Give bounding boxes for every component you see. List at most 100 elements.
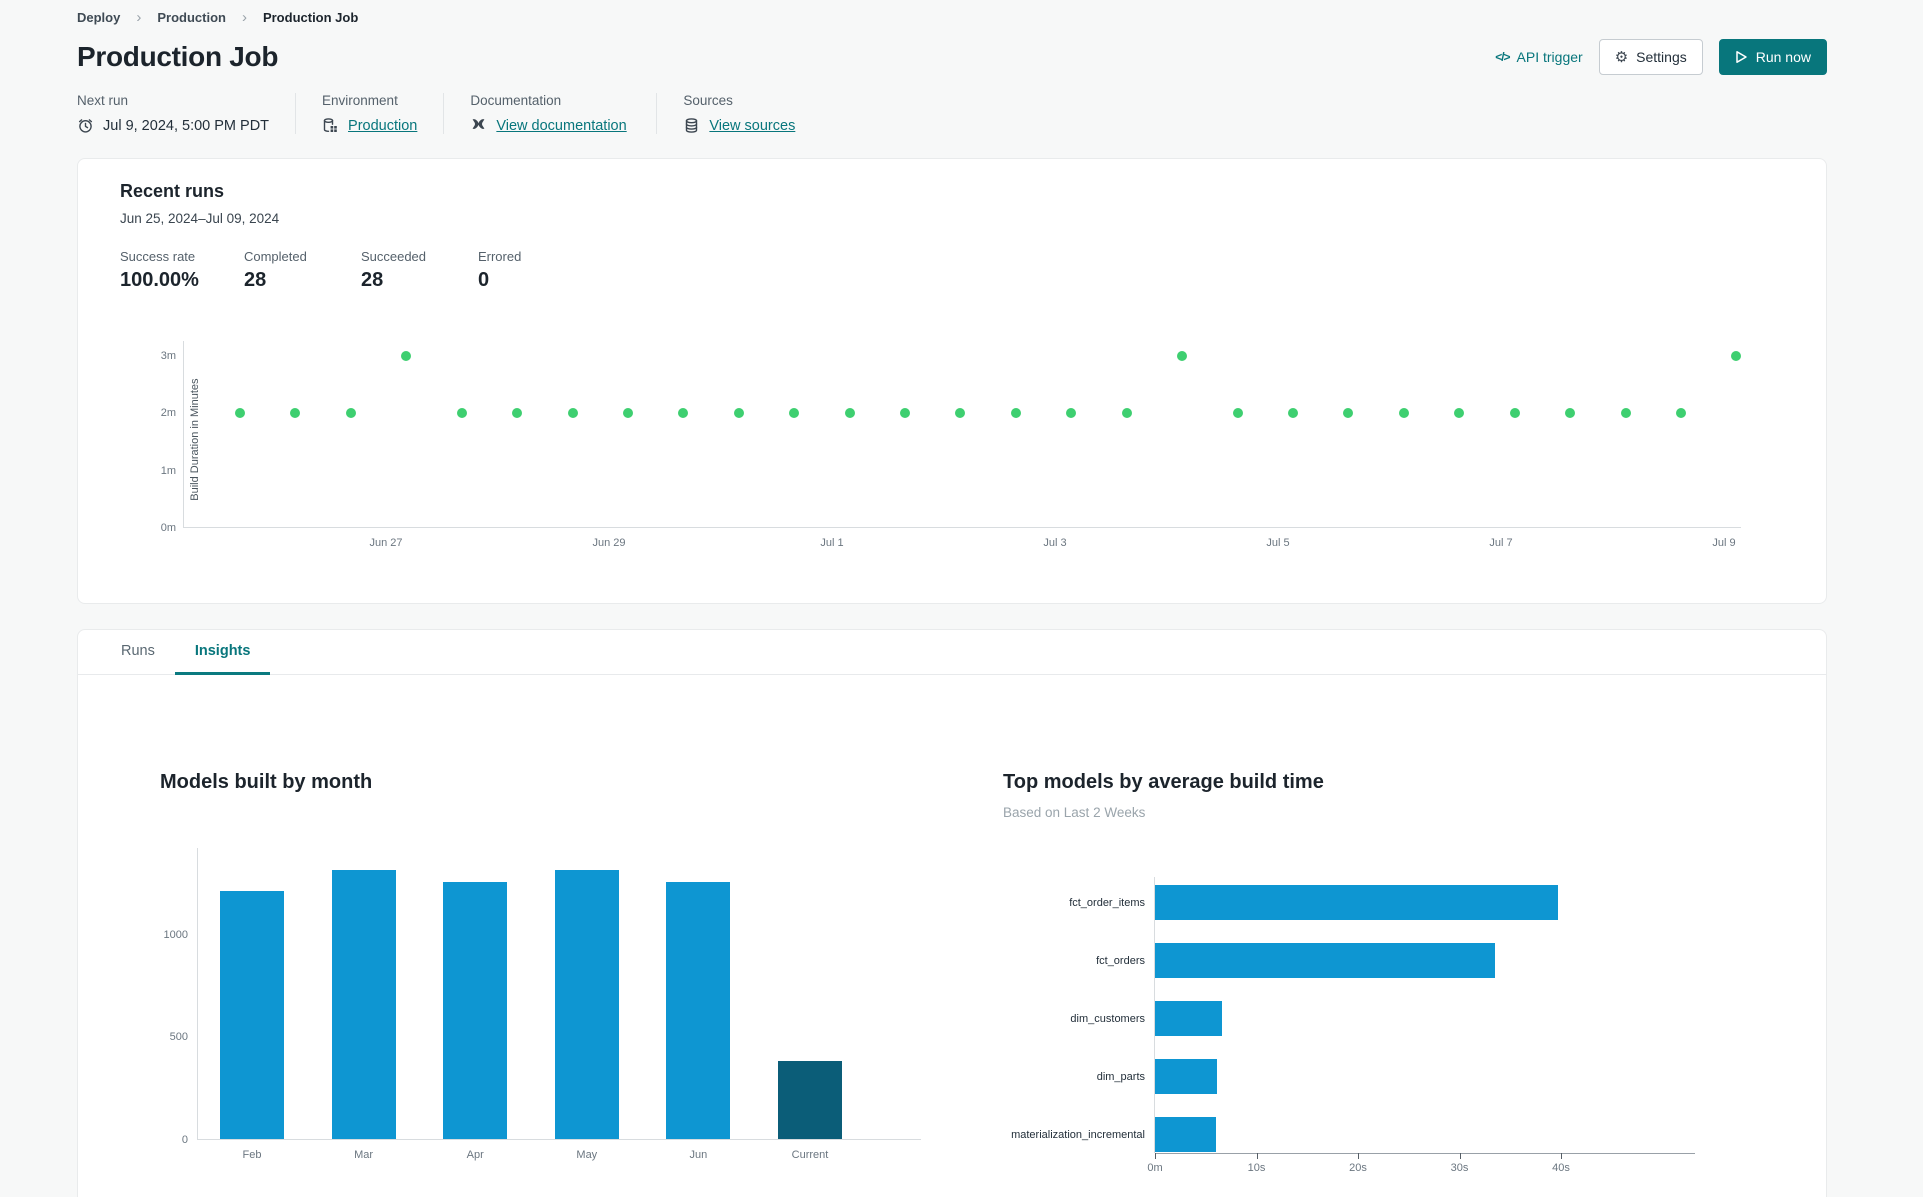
stat-value: 28 — [243, 269, 267, 291]
model-bar-fct_order_items[interactable] — [1155, 885, 1558, 920]
view-sources-link[interactable]: View sources — [709, 118, 795, 134]
scatter-y-tick: 3m — [160, 350, 176, 363]
month-bar-mar[interactable] — [331, 870, 396, 1139]
api-trigger-link[interactable]: </> API trigger — [1495, 49, 1583, 65]
run-data-point[interactable] — [345, 408, 356, 419]
scatter-x-tick: Jul 9 — [1712, 537, 1736, 549]
clock-icon — [77, 117, 94, 134]
build-duration-chart: Build Duration in Minutes 0m 1m 2m 3m Jun 27… — [161, 341, 1742, 571]
bar-x-tick: Jun — [689, 1149, 708, 1161]
breadcrumb-item[interactable]: Production — [157, 10, 226, 25]
run-data-point[interactable] — [290, 408, 301, 419]
month-bar-apr[interactable] — [443, 882, 508, 1139]
month-bar-may[interactable] — [554, 870, 619, 1139]
run-data-point[interactable] — [900, 408, 911, 419]
bar-x-tick: May — [576, 1149, 598, 1161]
info-sources: Sources View sources — [683, 93, 821, 134]
run-data-point[interactable] — [955, 408, 966, 419]
hbar-x-tick: 30s — [1450, 1162, 1469, 1174]
hbar-tick-mark — [1155, 1153, 1156, 1159]
stat-block: Succeeded 28 — [361, 249, 433, 292]
top-models-plot: fct_order_items fct_orders dim_customers di… — [1011, 877, 1695, 1174]
breadcrumb-item[interactable]: Production Job — [263, 10, 358, 25]
run-data-point[interactable] — [1398, 408, 1409, 419]
bar-x-tick: Current — [791, 1149, 829, 1161]
run-data-point[interactable] — [844, 408, 855, 419]
code-icon: </> — [1495, 50, 1510, 64]
run-data-point[interactable] — [1121, 408, 1132, 419]
tab-runs[interactable]: Runs — [101, 630, 175, 675]
top-models-subtitle: Based on Last 2 Weeks — [1003, 805, 1146, 820]
model-label: materialization_incremental — [1011, 1128, 1145, 1141]
run-data-point[interactable] — [1675, 408, 1686, 419]
scatter-x-tick: Jul 1 — [820, 537, 844, 549]
run-data-point[interactable] — [1620, 408, 1631, 419]
breadcrumb-item[interactable]: Deploy — [77, 10, 120, 25]
breadcrumb: Deploy › Production › Production Job — [0, 0, 1923, 25]
chevron-right-icon: › — [241, 9, 247, 26]
run-data-point[interactable] — [1066, 408, 1077, 419]
model-bar-fct_orders[interactable] — [1155, 943, 1495, 978]
scatter-x-tick: Jul 7 — [1489, 537, 1513, 549]
view-documentation-link[interactable]: View documentation — [496, 118, 626, 134]
run-now-label: Run now — [1755, 49, 1811, 65]
bar-x-tick: Feb — [242, 1149, 262, 1161]
month-bar-jun[interactable] — [666, 882, 731, 1139]
hbar-x-tick: 40s — [1552, 1162, 1570, 1174]
run-data-point[interactable] — [622, 408, 633, 419]
run-data-point[interactable] — [1454, 408, 1465, 419]
stat-block: Success rate 100.00% — [120, 249, 199, 292]
models-by-month-title: Models built by month — [160, 771, 373, 793]
top-models-title: Top models by average build time — [1003, 771, 1324, 793]
info-next-run: Next run Jul 9, 2024, 5:00 PM PDT — [77, 93, 297, 134]
job-info-row: Next run Jul 9, 2024, 5:00 PM PDT Enviro… — [77, 93, 1923, 134]
run-data-point[interactable] — [512, 408, 523, 419]
hbar-tick-mark — [1358, 1153, 1359, 1159]
model-label: dim_customers — [1070, 1012, 1145, 1025]
run-data-point[interactable] — [678, 408, 689, 419]
run-data-point[interactable] — [1731, 351, 1742, 362]
run-data-point[interactable] — [235, 408, 245, 419]
settings-label: Settings — [1636, 49, 1687, 65]
run-data-point[interactable] — [1177, 351, 1188, 362]
run-data-point[interactable] — [1565, 408, 1576, 419]
scatter-y-tick: 0m — [160, 522, 176, 534]
hbar-axis-line — [1155, 1153, 1695, 1154]
scatter-y-tick: 2m — [160, 407, 176, 420]
stat-label: Succeeded — [360, 249, 427, 264]
job-detail-card: Runs Insights Models built by month 0 500 1… — [77, 629, 1827, 1197]
run-data-point[interactable] — [1232, 408, 1243, 419]
hbar-x-tick: 10s — [1247, 1162, 1266, 1174]
tab-insights[interactable]: Insights — [174, 630, 271, 675]
run-data-point[interactable] — [567, 408, 578, 419]
run-data-point[interactable] — [789, 408, 800, 419]
next-run-value: Jul 9, 2024, 5:00 PM PDT — [103, 117, 270, 134]
settings-button[interactable]: ⚙ Settings — [1598, 39, 1703, 75]
month-bar-feb[interactable] — [220, 891, 284, 1139]
sources-label: Sources — [683, 93, 733, 108]
run-now-button[interactable]: Run now — [1718, 39, 1827, 75]
month-bar-current[interactable] — [778, 1061, 842, 1139]
stat-block: Completed 28 — [244, 249, 316, 292]
hbar-tick-mark — [1459, 1153, 1461, 1159]
stat-label: Success rate — [120, 249, 196, 264]
scatter-x-tick: Jun 29 — [592, 537, 626, 549]
run-data-point[interactable] — [1010, 408, 1021, 419]
stat-value: 28 — [360, 269, 384, 291]
models-by-month-plot: 0 500 1000 Feb Mar Apr May Jun Current — [164, 848, 921, 1161]
page-title: Production Job — [77, 41, 279, 72]
run-data-point[interactable] — [1287, 408, 1298, 419]
run-data-point[interactable] — [1509, 408, 1520, 419]
model-bar-dim_parts[interactable] — [1155, 1059, 1217, 1094]
run-data-point[interactable] — [1343, 408, 1354, 419]
stat-value: 0 — [477, 269, 490, 291]
model-bar-dim_customers[interactable] — [1155, 1001, 1222, 1036]
run-data-point[interactable] — [456, 408, 467, 419]
recent-runs-date-range: Jun 25, 2024–Jul 09, 2024 — [120, 211, 280, 226]
model-bar-materialization_incremental[interactable] — [1155, 1117, 1216, 1152]
environment-link[interactable]: Production — [348, 118, 417, 134]
run-data-point[interactable] — [401, 351, 412, 362]
run-data-point[interactable] — [733, 408, 744, 419]
hbar-tick-mark — [1256, 1153, 1258, 1159]
scatter-plot-area: 0m 1m 2m 3m Jun 27 Jun 29 Jul 1 Jul 3 Jul 5 Jul 7… — [161, 341, 1742, 549]
